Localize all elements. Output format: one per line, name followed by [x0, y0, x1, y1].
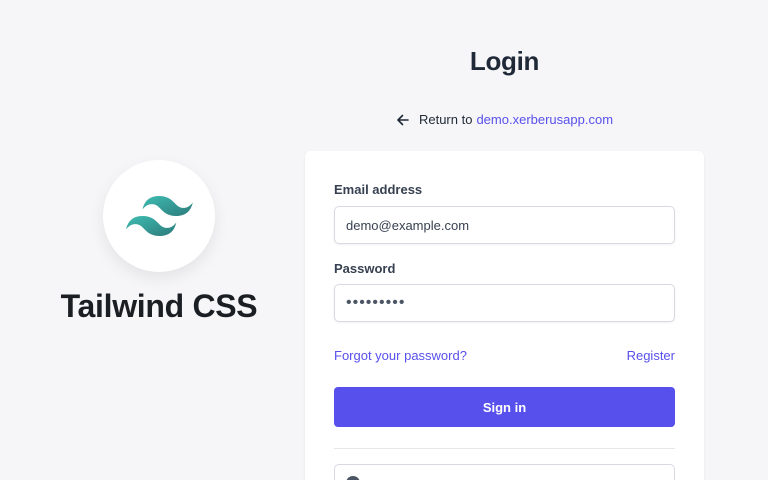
auth-links: Forgot your password? Register — [334, 348, 675, 363]
login-card: Email address Password Forgot your passw… — [305, 151, 704, 480]
divider — [334, 448, 675, 449]
forgot-password-link[interactable]: Forgot your password? — [334, 348, 467, 363]
brand-name: Tailwind CSS — [60, 288, 258, 324]
email-field[interactable] — [334, 206, 675, 244]
arrow-left-icon[interactable] — [396, 113, 410, 127]
tailwind-logo-icon — [126, 196, 193, 236]
email-label: Email address — [334, 182, 423, 197]
social-login-button[interactable] — [334, 464, 675, 480]
github-icon — [345, 475, 361, 480]
password-label: Password — [334, 261, 396, 276]
return-link[interactable]: demo.xerberusapp.com — [476, 112, 613, 127]
sign-in-button[interactable]: Sign in — [334, 387, 675, 427]
login-title: Login — [469, 46, 540, 76]
return-text: Return to — [418, 112, 473, 127]
brand-logo — [103, 160, 215, 272]
login-page: Tailwind CSS Login Return to demo.xerber… — [0, 0, 768, 480]
register-link[interactable]: Register — [627, 348, 675, 363]
password-field[interactable] — [334, 284, 675, 322]
return-row: Return to demo.xerberusapp.com — [305, 112, 704, 127]
